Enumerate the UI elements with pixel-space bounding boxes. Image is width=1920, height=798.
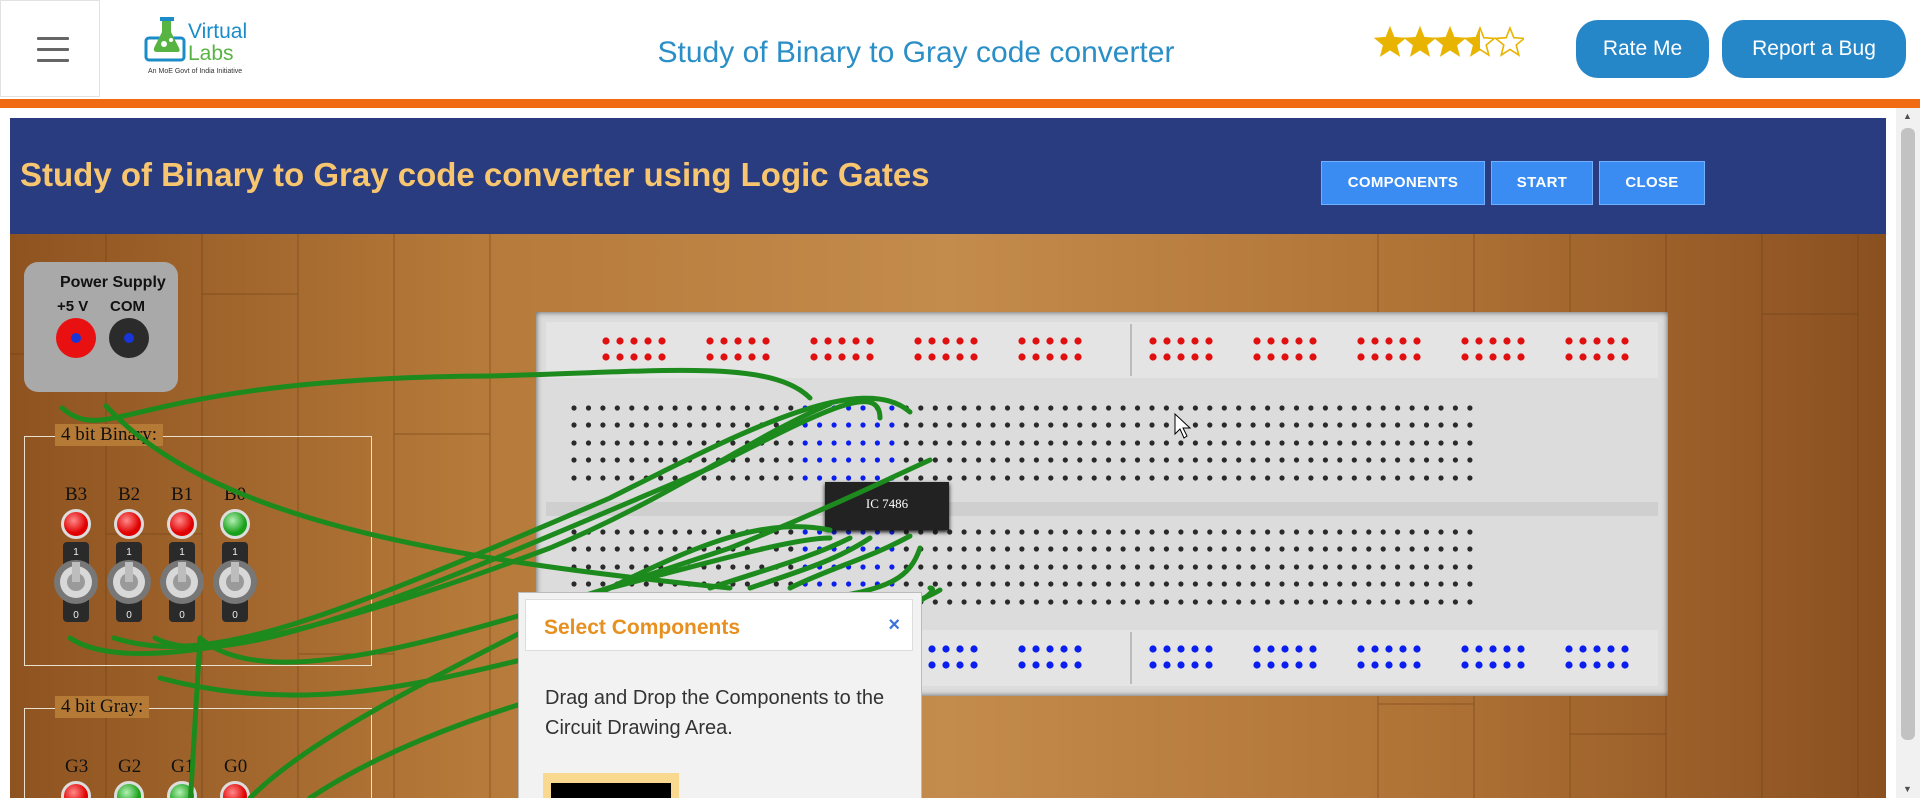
binary-led-b3 — [61, 509, 91, 539]
toggle-switch-b3[interactable]: 10 — [53, 542, 99, 622]
gray-label-g1: G1 — [171, 756, 195, 777]
dialog-header: Select Components × — [525, 599, 913, 651]
switch-label-b1: B1 — [171, 484, 194, 505]
header-divider — [0, 99, 1920, 108]
scroll-down-icon[interactable]: ▼ — [1903, 784, 1912, 794]
toggle-switch-b1[interactable]: 10 — [159, 542, 205, 622]
svg-text:0: 0 — [73, 610, 79, 621]
simulator-frame: Study of Binary to Gray code converter u… — [10, 118, 1886, 798]
scrollbar-thumb[interactable] — [1901, 128, 1915, 740]
menu-icon-bar — [37, 59, 69, 62]
svg-text:1: 1 — [232, 547, 238, 558]
scroll-up-icon[interactable]: ▲ — [1903, 111, 1912, 121]
svg-text:1: 1 — [179, 547, 185, 558]
select-components-dialog: Select Components × Drag and Drop the Co… — [518, 592, 922, 798]
dialog-close-icon[interactable]: × — [888, 614, 900, 637]
gray-group-label: 4 bit Gray: — [55, 696, 150, 718]
svg-text:0: 0 — [126, 610, 132, 621]
components-button[interactable]: COMPONENTS — [1321, 161, 1485, 205]
logo-text-virtual: Virtual — [188, 20, 248, 43]
svg-text:0: 0 — [232, 610, 238, 621]
svg-text:1: 1 — [73, 547, 79, 558]
star-icon[interactable] — [1493, 26, 1524, 57]
binary-led-b2 — [114, 509, 144, 539]
switch-label-b0: B0 — [224, 484, 247, 505]
com-terminal[interactable] — [109, 318, 149, 358]
ic-7486-chip[interactable]: IC 7486 — [825, 482, 949, 530]
switch-label-b3: B3 — [65, 484, 88, 505]
page-title: Study of Binary to Gray code converter — [657, 36, 1175, 69]
page-scrollbar[interactable]: ▲ ▼ — [1896, 108, 1920, 798]
star-icon[interactable] — [1463, 26, 1497, 57]
top-navbar: Virtual Labs An MoE Govt of India Initia… — [0, 0, 1920, 99]
com-label: COM — [110, 298, 145, 315]
logo-tagline: An MoE Govt of India Initiative — [148, 68, 243, 75]
star-icon[interactable] — [1374, 26, 1407, 57]
flask-icon — [144, 17, 186, 62]
binary-led-b1 — [167, 509, 197, 539]
report-bug-button[interactable]: Report a Bug — [1722, 20, 1906, 78]
star-rating[interactable] — [1374, 26, 1524, 60]
component-ic-thumbnail[interactable] — [543, 773, 679, 798]
simulator-header: Study of Binary to Gray code converter u… — [10, 118, 1886, 234]
menu-icon-bar — [37, 37, 69, 40]
gray-label-g0: G0 — [224, 756, 248, 777]
menu-icon-bar — [37, 48, 69, 51]
star-icon[interactable] — [1433, 26, 1467, 57]
virtual-labs-logo[interactable]: Virtual Labs An MoE Govt of India Initia… — [140, 14, 260, 82]
close-button[interactable]: CLOSE — [1599, 161, 1705, 205]
power-supply-panel: Power Supply +5 V COM — [24, 262, 178, 392]
svg-text:0: 0 — [179, 610, 185, 621]
svg-text:1: 1 — [126, 547, 132, 558]
gray-label-g3: G3 — [65, 756, 89, 777]
dialog-title: Select Components — [544, 616, 741, 639]
plus5v-terminal[interactable] — [56, 318, 96, 358]
logo-text-labs: Labs — [188, 42, 234, 65]
toggle-switch-b0[interactable]: 10 — [212, 542, 258, 622]
power-supply-label: Power Supply — [60, 274, 166, 291]
star-icon[interactable] — [1403, 26, 1437, 57]
hamburger-menu-button[interactable] — [0, 0, 100, 97]
switch-label-b2: B2 — [118, 484, 141, 505]
start-button[interactable]: START — [1491, 161, 1593, 205]
binary-group-label: 4 bit Binary: — [55, 424, 164, 446]
plus5v-label: +5 V — [57, 298, 89, 315]
rate-me-button[interactable]: Rate Me — [1576, 20, 1709, 78]
dialog-instructions: Drag and Drop the Components to the Circ… — [545, 687, 885, 739]
binary-led-b0 — [220, 509, 250, 539]
gray-label-g2: G2 — [118, 756, 142, 777]
toggle-switch-b2[interactable]: 10 — [106, 542, 152, 622]
simulator-title: Study of Binary to Gray code converter u… — [20, 156, 930, 193]
